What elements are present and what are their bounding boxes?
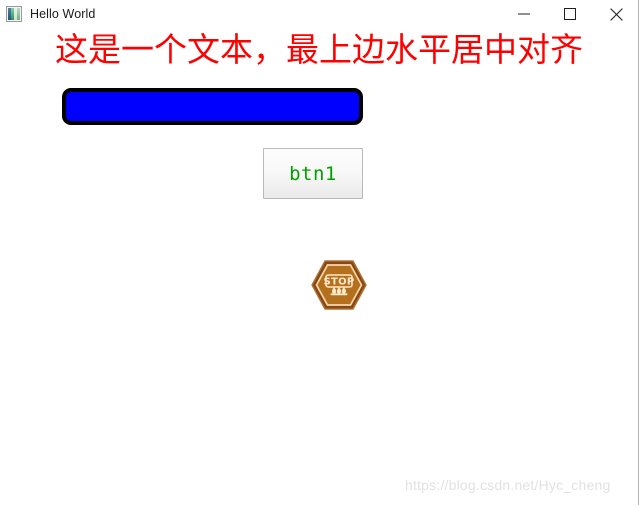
blue-rectangle[interactable] — [62, 88, 363, 125]
window-title: Hello World — [30, 7, 96, 21]
app-icon-bar — [17, 8, 20, 20]
window-right-border — [638, 0, 639, 505]
close-button[interactable] — [593, 0, 639, 28]
minimize-button[interactable] — [501, 0, 547, 28]
app-icon — [6, 6, 22, 22]
btn1-button[interactable]: btn1 — [263, 148, 363, 199]
application-window: Hello World 这是一个文本，最上边水平居中对齐 btn1 STOP h… — [0, 0, 641, 505]
window-controls — [501, 0, 639, 28]
maximize-icon — [564, 8, 576, 20]
client-area: 这是一个文本，最上边水平居中对齐 btn1 STOP — [0, 28, 638, 505]
stop-icon-text: STOP — [323, 276, 354, 287]
close-icon — [609, 7, 623, 21]
btn1-label: btn1 — [289, 162, 337, 185]
minimize-icon — [518, 8, 530, 20]
stop-sign-icon: STOP — [311, 257, 367, 313]
page-title: 这是一个文本，最上边水平居中对齐 — [55, 30, 583, 69]
watermark-text: https://blog.csdn.net/Hyc_cheng — [405, 477, 611, 493]
maximize-button[interactable] — [547, 0, 593, 28]
title-bar: Hello World — [0, 0, 639, 28]
